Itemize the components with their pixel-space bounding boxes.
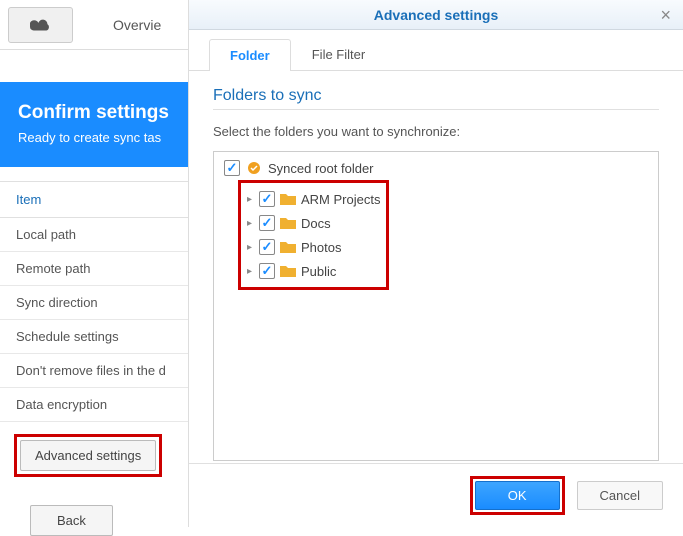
instruction-text: Select the folders you want to synchroni… xyxy=(213,124,659,139)
tree-item[interactable]: ▸ Photos xyxy=(247,235,380,259)
tree-item[interactable]: ▸ Docs xyxy=(247,211,380,235)
advanced-settings-button[interactable]: Advanced settings xyxy=(20,440,156,471)
tree-root[interactable]: Synced root folder xyxy=(224,160,648,176)
chevron-right-icon[interactable]: ▸ xyxy=(247,266,255,277)
advanced-settings-modal: Advanced settings × Folder File Filter F… xyxy=(188,0,683,527)
advanced-button-highlight: Advanced settings xyxy=(14,434,162,477)
chevron-right-icon[interactable]: ▸ xyxy=(247,242,255,253)
cancel-button[interactable]: Cancel xyxy=(577,481,663,510)
chevron-right-icon[interactable]: ▸ xyxy=(247,194,255,205)
overview-tab[interactable]: Overvie xyxy=(113,17,161,33)
checkbox[interactable] xyxy=(259,239,275,255)
folder-tree: Synced root folder ▸ ARM Projects ▸ Docs… xyxy=(213,151,659,461)
checkbox[interactable] xyxy=(224,160,240,176)
tree-item[interactable]: ▸ ARM Projects xyxy=(247,187,380,211)
back-button[interactable]: Back xyxy=(30,505,113,536)
tree-item-label: Public xyxy=(301,264,336,279)
tab-folder[interactable]: Folder xyxy=(209,39,291,71)
folder-icon xyxy=(279,264,297,278)
tree-item-label: Photos xyxy=(301,240,341,255)
tree-children-highlight: ▸ ARM Projects ▸ Docs ▸ Photos xyxy=(238,180,389,290)
modal-title: Advanced settings xyxy=(374,7,498,23)
tree-item-label: ARM Projects xyxy=(301,192,380,207)
checkbox[interactable] xyxy=(259,215,275,231)
modal-body: Folders to sync Select the folders you w… xyxy=(189,71,683,477)
folder-icon xyxy=(279,192,297,206)
folder-icon xyxy=(279,216,297,230)
tree-root-label: Synced root folder xyxy=(268,161,374,176)
ok-button-highlight: OK xyxy=(470,476,565,515)
tree-item-label: Docs xyxy=(301,216,331,231)
tab-file-filter[interactable]: File Filter xyxy=(291,38,386,70)
divider xyxy=(213,109,659,110)
checkbox[interactable] xyxy=(259,263,275,279)
sync-folder-icon xyxy=(245,161,263,175)
cloud-button[interactable] xyxy=(8,7,73,43)
tree-item[interactable]: ▸ Public xyxy=(247,259,380,283)
section-title: Folders to sync xyxy=(213,87,659,105)
close-icon[interactable]: × xyxy=(660,5,671,26)
chevron-right-icon[interactable]: ▸ xyxy=(247,218,255,229)
checkbox[interactable] xyxy=(259,191,275,207)
folder-icon xyxy=(279,240,297,254)
tabs: Folder File Filter xyxy=(189,38,683,71)
modal-footer: OK Cancel xyxy=(189,463,683,527)
ok-button[interactable]: OK xyxy=(475,481,560,510)
modal-header: Advanced settings × xyxy=(189,0,683,30)
cloud-icon xyxy=(30,17,52,33)
